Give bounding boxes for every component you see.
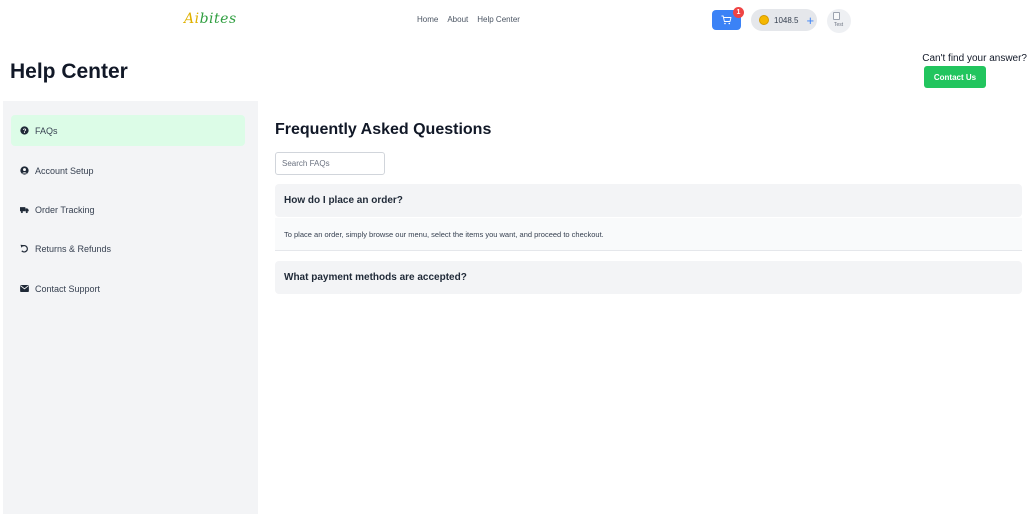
logo-part-bites: bites bbox=[199, 11, 237, 27]
faq-question-payment-methods[interactable]: What payment methods are accepted? bbox=[275, 261, 1022, 294]
sidebar-item-faqs[interactable]: ? FAQs bbox=[11, 115, 245, 146]
cart-icon bbox=[721, 15, 732, 25]
broken-image-icon bbox=[833, 12, 840, 20]
coin-icon bbox=[759, 15, 769, 25]
user-avatar[interactable]: Test bbox=[827, 9, 851, 33]
brand-logo[interactable]: Aibites bbox=[184, 11, 237, 27]
cart-count-badge: 1 bbox=[733, 7, 744, 18]
sidebar-item-label: Returns & Refunds bbox=[35, 243, 112, 254]
nav-link-about[interactable]: About bbox=[447, 15, 468, 24]
faq-search-input[interactable] bbox=[275, 152, 385, 175]
truck-icon bbox=[20, 205, 29, 214]
sidebar-item-label: Account Setup bbox=[35, 165, 94, 176]
avatar-alt-text: Test bbox=[834, 22, 844, 28]
sidebar-item-order-tracking[interactable]: Order Tracking bbox=[11, 194, 245, 225]
sidebar-item-contact-support[interactable]: Contact Support bbox=[11, 273, 245, 304]
sidebar-item-label: Order Tracking bbox=[35, 204, 95, 215]
nav-links: Home About Help Center bbox=[417, 15, 520, 24]
nav-link-help-center[interactable]: Help Center bbox=[477, 15, 520, 24]
envelope-icon bbox=[20, 284, 29, 293]
contact-us-button[interactable]: Contact Us bbox=[924, 66, 986, 88]
user-circle-icon bbox=[20, 166, 29, 175]
undo-icon bbox=[20, 244, 29, 253]
nav-link-home[interactable]: Home bbox=[417, 15, 438, 24]
faq-answer-place-order: To place an order, simply browse our men… bbox=[275, 218, 1022, 251]
cant-find-answer-text: Can't find your answer? bbox=[922, 53, 1027, 64]
help-sidebar: ? FAQs Account Setup Order Tracking Retu… bbox=[3, 101, 258, 514]
sidebar-item-label: FAQs bbox=[35, 125, 58, 136]
faq-section-title: Frequently Asked Questions bbox=[275, 121, 492, 138]
sidebar-item-label: Contact Support bbox=[35, 283, 101, 294]
faq-question-place-order[interactable]: How do I place an order? bbox=[275, 184, 1022, 217]
wallet-balance: 1048.5 + bbox=[751, 9, 817, 31]
page-title: Help Center bbox=[10, 60, 128, 83]
sidebar-item-returns-refunds[interactable]: Returns & Refunds bbox=[11, 233, 245, 264]
svg-text:?: ? bbox=[23, 128, 27, 135]
question-circle-icon: ? bbox=[20, 126, 29, 135]
logo-part-ai: Ai bbox=[184, 11, 200, 27]
add-funds-icon[interactable]: + bbox=[806, 14, 814, 27]
wallet-balance-value: 1048.5 bbox=[774, 15, 799, 25]
top-navbar: Aibites Home About Help Center 1 1048.5 … bbox=[0, 0, 1027, 40]
sidebar-item-account-setup[interactable]: Account Setup bbox=[11, 155, 245, 186]
